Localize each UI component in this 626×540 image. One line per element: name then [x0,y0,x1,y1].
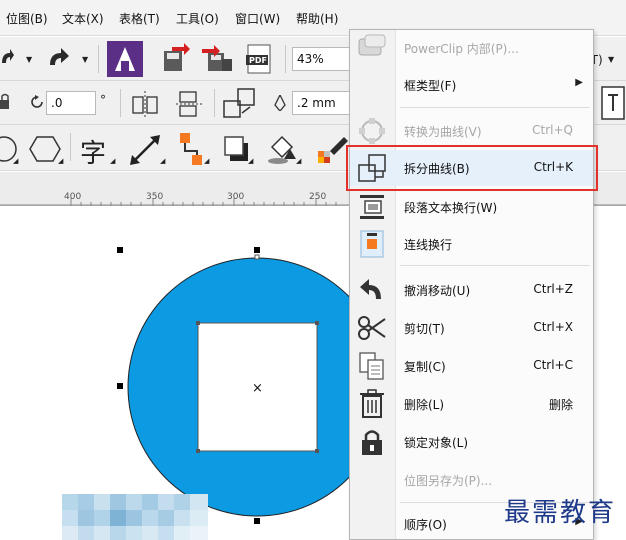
watermark-text: 最需教育 [504,498,617,528]
text-tool-icon[interactable]: 字 [80,133,106,170]
corel-connect-icon[interactable] [107,41,143,77]
dropdown-arrow-icon[interactable]: ▼ [26,55,32,64]
scissors-icon [358,316,386,340]
dropdown-arrow-icon-3[interactable]: ▼ [608,55,614,64]
text-frame-icon[interactable] [598,85,626,121]
menu-label-order: 顺序(O) [404,518,447,532]
menu-item-convert-to-curves[interactable]: 转换为曲线(V) Ctrl+Q [350,113,593,149]
ruler-label-250: 250 [309,192,327,202]
tool-flyout-arrow[interactable]: ◢ [13,157,18,165]
connector-tool-icon[interactable] [176,131,206,167]
tool-flyout-arrow-6[interactable]: ◢ [248,157,253,165]
menu-item-frame-type[interactable]: 框类型(F) ▶ [350,67,593,103]
convert-curve-icon [359,118,385,144]
menu-item-connector-wrap[interactable]: 连线换行 [350,226,593,262]
menu-label-copy: 复制(C) [404,360,446,374]
menu-label-convert-curves: 转换为曲线(V) [404,125,482,139]
menu-label-frame-type: 框类型(F) [404,79,457,93]
dimension-tool-icon[interactable] [128,133,162,167]
menu-shortcut-copy: Ctrl+C [533,358,573,372]
outline-width-input[interactable]: .2 mm [292,91,352,115]
tool-flyout-arrow-2[interactable]: ◢ [58,157,63,165]
menu-label-powerclip: PowerClip 内部(P)... [404,42,519,56]
menu-label-lock-object: 锁定对象(L) [404,436,469,450]
break-apart-icon[interactable] [222,87,256,121]
redo-icon[interactable] [46,47,72,69]
menu-label-paragraph-wrap: 段落文本换行(W) [404,201,498,215]
highlight-annotation-box [346,145,598,191]
powerclip-icon [358,34,386,56]
menu-item-cut[interactable]: 剪切(T) Ctrl+X [350,310,593,346]
menu-label-undo-move: 撤消移动(U) [404,284,471,298]
menu-item-undo-move[interactable]: 撤消移动(U) Ctrl+Z [350,272,593,308]
polygon-tool-icon[interactable] [28,135,62,163]
menu-table[interactable]: 表格(T) [119,10,160,27]
lock-ratio-icon[interactable] [0,93,10,111]
ruler-label-400: 400 [64,192,82,202]
zoom-level-input[interactable]: 43% [292,47,352,71]
copy-icon [359,352,384,380]
menu-item-powerclip-inside[interactable]: PowerClip 内部(P)... [350,30,593,66]
ruler-label-350: 350 [146,192,164,202]
pixelated-blur-region [62,494,208,540]
menu-label-delete: 删除(L) [404,398,445,412]
ruler-label-300: 300 [227,192,245,202]
menu-label-connector-wrap: 连线换行 [404,238,453,252]
rotation-input[interactable]: .0 [46,91,96,115]
paragraph-wrap-icon [360,195,384,219]
menu-shortcut-convert-curves: Ctrl+Q [532,123,573,137]
redo-partial-icon[interactable] [0,47,14,69]
rotate-icon [31,95,43,108]
submenu-arrow-icon: ▶ [575,77,583,88]
tool-flyout-arrow-5[interactable]: ◢ [204,157,209,165]
menu-shortcut-delete: 删除 [548,398,573,412]
menu-item-delete[interactable]: 删除(L) 删除 [350,386,593,422]
menu-item-copy[interactable]: 复制(C) Ctrl+C [350,348,593,384]
menu-shortcut-cut: Ctrl+X [533,320,573,334]
mirror-vertical-icon[interactable] [174,89,204,119]
center-mark: × [252,381,263,396]
trash-icon [360,389,384,418]
connector-wrap-icon [360,230,384,258]
context-menu: PowerClip 内部(P)... 框类型(F) ▶ 转换为曲线(V) Ctr… [349,29,594,540]
menu-bitmap[interactable]: 位图(B) [6,10,48,27]
undo-icon [360,279,381,299]
menu-text[interactable]: 文本(X) [62,10,104,27]
fill-tool-icon[interactable] [266,131,298,165]
menu-tools[interactable]: 工具(O) [176,10,219,27]
menu-item-lock-object[interactable]: 锁定对象(L) [350,424,593,460]
menu-window[interactable]: 窗口(W) [235,10,280,27]
menu-label-save-bitmap: 位图另存为(P)... [404,474,493,488]
circle-node-top[interactable] [254,254,260,260]
app-window: 位图(B) 文本(X) 表格(T) 工具(O) 窗口(W) 帮助(H) ▼ ▼ … [0,0,626,540]
pen-nib-icon [274,95,286,111]
tool-flyout-arrow-4[interactable]: ◢ [160,157,165,165]
tool-flyout-arrow-7[interactable]: ◢ [296,157,301,165]
pdf-label: PDF [249,56,267,65]
eyedropper-tool-icon[interactable] [316,131,350,167]
degree-symbol: ° [100,93,106,107]
lock-icon [362,430,382,455]
import-icon[interactable] [158,43,190,75]
menu-item-paragraph-wrap[interactable]: 段落文本换行(W) [350,189,593,225]
menu-help[interactable]: 帮助(H) [296,10,338,27]
menu-label-cut: 剪切(T) [404,322,445,336]
dropdown-arrow-icon-2[interactable]: ▼ [82,55,88,64]
export-icon[interactable] [200,43,234,75]
tool-flyout-arrow-3[interactable]: ◢ [110,157,115,165]
mirror-horizontal-icon[interactable] [130,89,160,119]
menu-shortcut-undo: Ctrl+Z [533,282,573,296]
